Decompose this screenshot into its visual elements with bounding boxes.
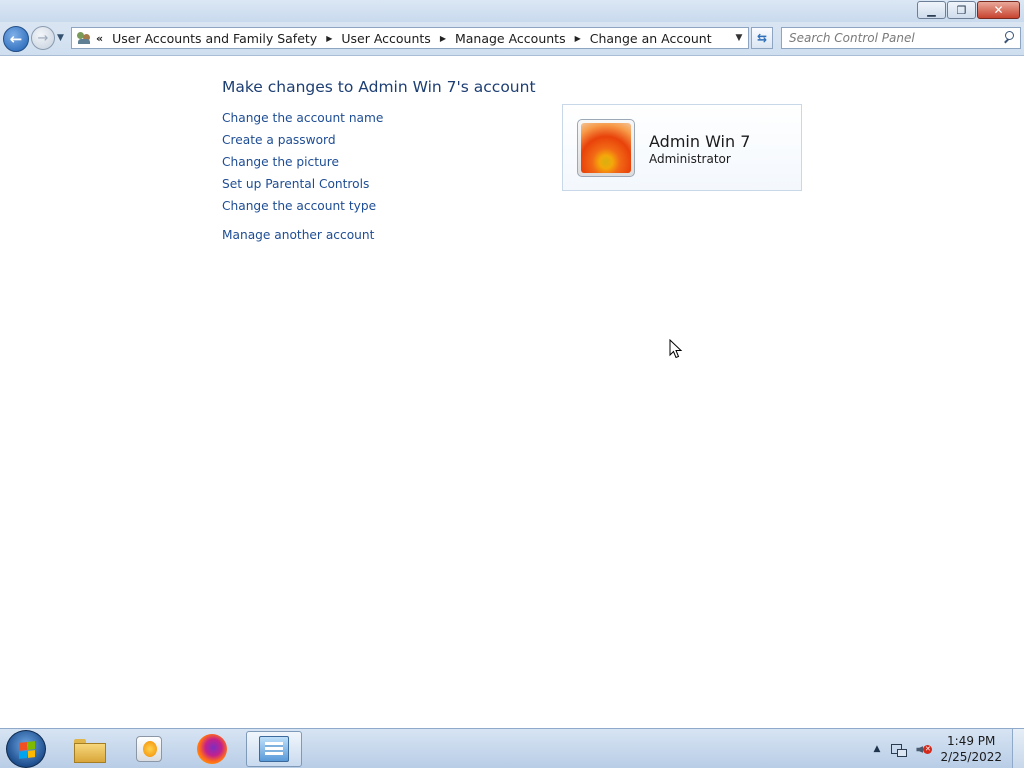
breadcrumb-manage-accounts[interactable]: Manage Accounts	[452, 31, 569, 46]
windows-logo-icon	[19, 741, 35, 759]
windows-explorer-icon	[74, 737, 106, 763]
change-picture-link[interactable]: Change the picture	[222, 155, 383, 177]
close-icon: ✕	[993, 3, 1004, 17]
taskbar: ▲ 1:49 PM 2/25/2022	[0, 728, 1024, 768]
network-icon[interactable]	[890, 741, 908, 757]
refresh-icon: ⇆	[756, 31, 768, 45]
account-name: Admin Win 7	[649, 132, 751, 151]
taskbar-firefox-button[interactable]	[184, 731, 240, 767]
start-button[interactable]	[6, 730, 46, 768]
main-content: Make changes to Admin Win 7's account Ch…	[0, 57, 1024, 728]
address-history-dropdown[interactable]: ▼	[730, 33, 748, 43]
breadcrumb-user-accounts-and-family-safety[interactable]: User Accounts and Family Safety	[109, 31, 320, 46]
clock-date: 2/25/2022	[940, 750, 1002, 764]
clock[interactable]: 1:49 PM 2/25/2022	[940, 733, 1002, 765]
breadcrumb-change-an-account[interactable]: Change an Account	[587, 31, 715, 46]
avatar	[577, 119, 635, 177]
system-tray: ▲ 1:49 PM 2/25/2022	[874, 729, 1024, 768]
back-arrow-icon: ←	[9, 30, 23, 48]
window-controls: ▁ ❐ ✕	[916, 1, 1020, 19]
parental-controls-link[interactable]: Set up Parental Controls	[222, 177, 383, 199]
page-title: Make changes to Admin Win 7's account	[222, 78, 536, 96]
restore-icon: ❐	[956, 3, 967, 17]
task-links: Change the account name Create a passwor…	[222, 111, 383, 250]
breadcrumb-user-accounts[interactable]: User Accounts	[338, 31, 433, 46]
breadcrumb-arrow-icon[interactable]: ▶	[320, 34, 338, 43]
clock-time: 1:49 PM	[947, 734, 996, 748]
user-accounts-icon	[74, 28, 94, 48]
taskbar-media-player-button[interactable]	[121, 731, 177, 767]
volume-muted-icon[interactable]	[915, 741, 933, 757]
refresh-button[interactable]: ⇆	[751, 27, 773, 49]
search-box[interactable]	[781, 27, 1021, 49]
account-type: Administrator	[649, 152, 731, 166]
taskbar-control-panel-button[interactable]	[246, 731, 302, 767]
change-account-type-link[interactable]: Change the account type	[222, 199, 383, 221]
create-password-link[interactable]: Create a password	[222, 133, 383, 155]
forward-button[interactable]: →	[31, 26, 55, 50]
breadcrumb-arrow-icon[interactable]: ▶	[569, 34, 587, 43]
account-card: Admin Win 7 Administrator	[562, 104, 802, 191]
show-hidden-icons-button[interactable]: ▲	[874, 744, 881, 754]
firefox-icon	[197, 734, 227, 764]
minimize-button[interactable]: ▁	[917, 1, 946, 19]
recent-pages-dropdown[interactable]: ▼	[57, 33, 64, 43]
show-desktop-button[interactable]	[1012, 729, 1024, 768]
forward-arrow-icon: →	[37, 30, 49, 46]
search-icon[interactable]	[1000, 28, 1020, 48]
navigation-bar: ← → ▼ « User Accounts and Family Safety …	[0, 22, 1024, 56]
minimize-icon: ▁	[927, 3, 936, 17]
back-button[interactable]: ←	[3, 26, 29, 52]
breadcrumb-overflow-button[interactable]: «	[96, 32, 103, 45]
change-account-name-link[interactable]: Change the account name	[222, 111, 383, 133]
window-title-bar[interactable]: ▁ ❐ ✕	[0, 0, 1024, 22]
manage-another-account-link[interactable]: Manage another account	[222, 228, 383, 250]
address-bar[interactable]: « User Accounts and Family Safety ▶ User…	[71, 27, 749, 49]
control-panel-icon	[259, 736, 289, 762]
breadcrumb-arrow-icon[interactable]: ▶	[434, 34, 452, 43]
close-button[interactable]: ✕	[977, 1, 1020, 19]
flower-picture-icon	[581, 123, 631, 173]
search-input[interactable]	[782, 29, 1000, 47]
mouse-pointer-icon	[669, 339, 683, 359]
restore-button[interactable]: ❐	[947, 1, 976, 19]
media-player-icon	[136, 736, 162, 762]
taskbar-explorer-button[interactable]	[61, 731, 117, 767]
